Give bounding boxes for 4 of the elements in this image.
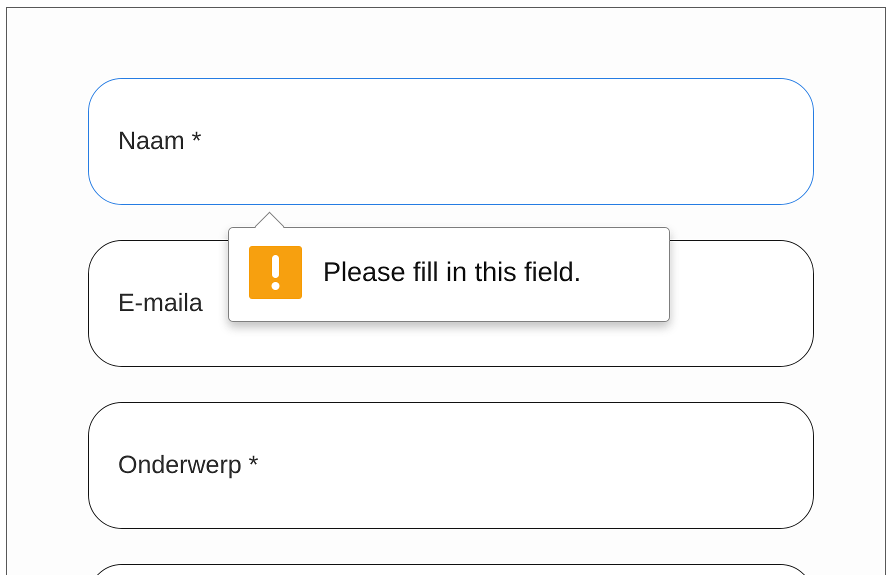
input-field[interactable]: Onderwerp * [88, 402, 814, 529]
warning-icon [249, 246, 302, 299]
tooltip-message: Please fill in this field. [323, 257, 582, 288]
input-field[interactable]: Naam * [88, 78, 814, 205]
